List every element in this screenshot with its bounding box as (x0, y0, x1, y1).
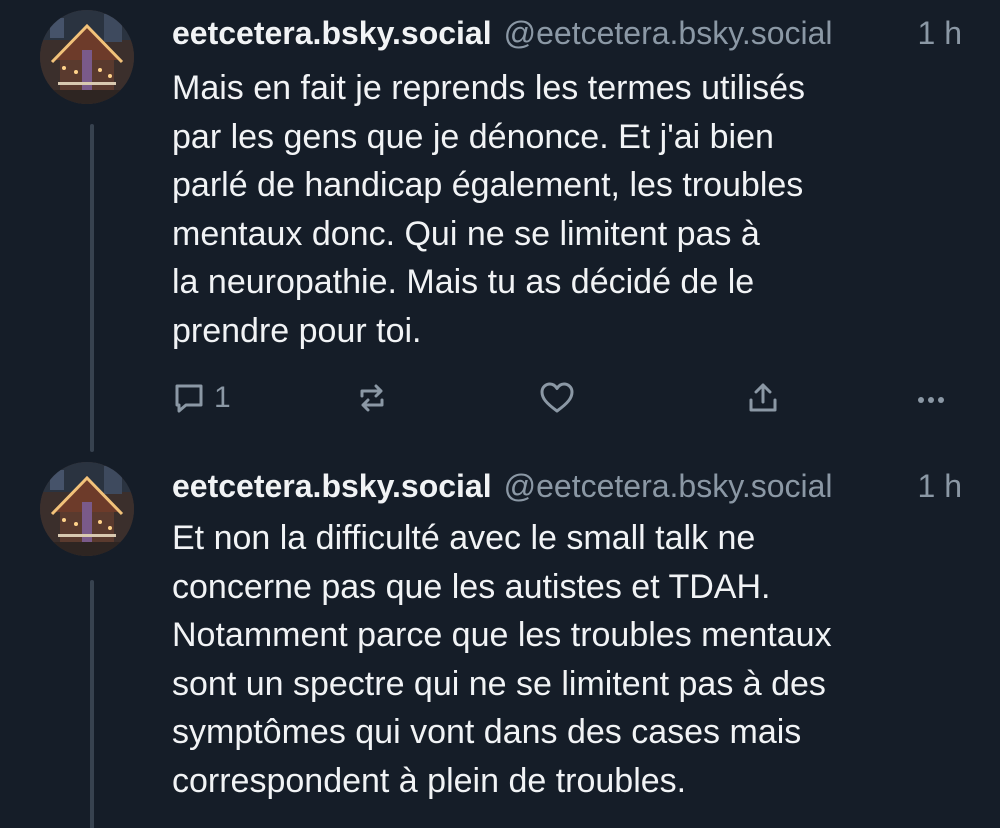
like-button[interactable] (538, 376, 576, 420)
thread-feed: eetcetera.bsky.social @eetcetera.bsky.so… (0, 0, 1000, 828)
post-text-line: sont un spectre qui ne se limitent pas à… (172, 664, 826, 703)
more-options-button[interactable] (914, 376, 948, 420)
post-text-line: parlé de handicap également, les trouble… (172, 166, 804, 204)
reply-button[interactable]: 1 (172, 376, 231, 420)
avatar[interactable] (40, 462, 134, 556)
author-handle[interactable]: @eetcetera.bsky.social (504, 11, 910, 55)
share-icon (749, 383, 777, 412)
heart-icon (540, 382, 574, 413)
author-handle[interactable]: @eetcetera.bsky.social (504, 464, 910, 508)
post-text-line: par les gens que je dénonce. Et j'ai bie… (172, 117, 774, 156)
post-timestamp[interactable]: 1 h (918, 11, 962, 55)
thread-connector-line (90, 124, 94, 452)
post[interactable]: eetcetera.bsky.social @eetcetera.bsky.so… (0, 0, 1000, 448)
post[interactable]: eetcetera.bsky.social @eetcetera.bsky.so… (0, 448, 1000, 828)
post-text-line: Et non la difficulté avec le small talk … (172, 519, 756, 557)
more-icon (918, 397, 944, 403)
post-text: Et non la difficulté avec le small talk … (172, 514, 962, 805)
avatar-image (40, 462, 134, 556)
post-timestamp[interactable]: 1 h (918, 464, 962, 508)
repost-icon (360, 384, 384, 412)
author-display-name[interactable]: eetcetera.bsky.social (172, 464, 492, 508)
comment-icon (175, 384, 203, 413)
post-text-line: prendre pour toi. (172, 311, 422, 350)
repost-button[interactable] (354, 376, 390, 420)
post-text: Mais en fait je reprends les termes util… (172, 64, 962, 355)
post-text-line: Notamment parce que les troubles mentaux (172, 616, 832, 654)
share-button[interactable] (746, 376, 780, 420)
post-text-line: la neuropathie. Mais tu as décidé de le (172, 263, 755, 301)
reply-count: 1 (214, 381, 231, 414)
post-text-line: concerne pas que les autistes et TDAH. (172, 567, 771, 606)
thread-connector-line (90, 580, 94, 828)
post-header: eetcetera.bsky.social @eetcetera.bsky.so… (172, 464, 962, 508)
post-header: eetcetera.bsky.social @eetcetera.bsky.so… (172, 11, 962, 55)
avatar[interactable] (40, 10, 134, 104)
author-display-name[interactable]: eetcetera.bsky.social (172, 11, 492, 55)
post-text-line: mentaux donc. Qui ne se limitent pas à (172, 214, 760, 253)
avatar-image (40, 10, 134, 104)
post-text-line: Mais en fait je reprends les termes util… (172, 69, 806, 107)
post-text-line: correspondent à plein de troubles. (172, 761, 687, 800)
post-actions: 1 (172, 376, 962, 420)
post-text-line: symptômes qui vont dans des cases mais (172, 713, 802, 751)
